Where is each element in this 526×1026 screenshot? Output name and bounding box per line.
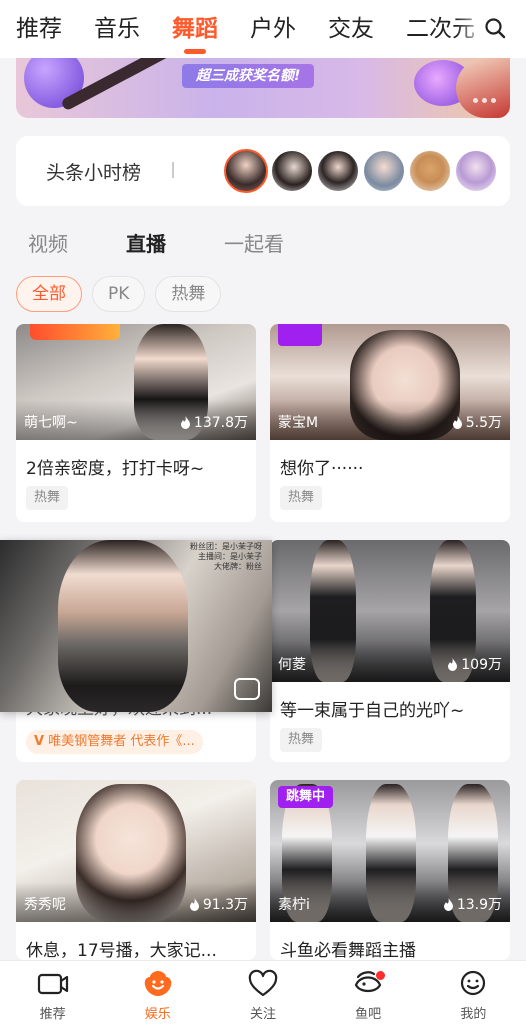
dancing-badge: 跳舞中 [278, 786, 334, 808]
stream-title: 斗鱼必看舞蹈主播 [280, 941, 416, 960]
banner-figure [456, 58, 510, 118]
tab-music[interactable]: 音乐 [94, 0, 140, 58]
anchor-name: 素柠i [278, 897, 310, 913]
category-tab-bar: 推荐 音乐 舞蹈 户外 交友 二次元 [0, 0, 526, 58]
anchor-name: 何菱 [278, 657, 306, 673]
banner-pager [473, 98, 496, 103]
nav-label: 娱乐 [144, 1007, 171, 1022]
tab-watch-together[interactable]: 一起看 [224, 228, 284, 257]
flame-icon [452, 415, 462, 429]
chip-pk[interactable]: PK [92, 276, 146, 312]
stream-thumbnail: 蒙宝M 5.5万 [270, 324, 510, 440]
nav-label: 推荐 [39, 1007, 66, 1022]
live-card[interactable]: 何菱 109万 等一束属于自己的光吖~ 热舞 [270, 540, 510, 762]
streamer-image [58, 540, 188, 712]
zone-champion-badge [30, 324, 120, 340]
live-card[interactable]: 秀秀呢 91.3万 休息，17号播，大家记... [16, 780, 256, 960]
tab-video[interactable]: 视频 [28, 228, 68, 257]
view-count: 137.8万 [180, 412, 248, 432]
stream-title: 等一束属于自己的光吖~ [280, 701, 465, 721]
nav-profile[interactable]: 我的 [421, 961, 526, 1026]
search-icon[interactable] [484, 17, 506, 39]
flame-icon [180, 415, 190, 429]
banner-text: 超三成获奖名额! [182, 64, 315, 88]
flame-icon [443, 897, 453, 911]
category-tag: 热舞 [280, 728, 323, 752]
entertainment-icon [144, 971, 172, 996]
stream-thumbnail: 秀秀呢 91.3万 [16, 780, 256, 922]
chip-hot-dance[interactable]: 热舞 [155, 276, 222, 312]
avatar[interactable] [270, 149, 314, 193]
live-badge [278, 324, 322, 346]
category-tag: 热舞 [26, 486, 69, 510]
nav-recommend[interactable]: 推荐 [0, 961, 105, 1026]
view-count: 109万 [447, 654, 502, 674]
avatar[interactable] [316, 149, 360, 193]
anchor-name: 秀秀呢 [24, 897, 66, 913]
stream-thumbnail: 萌七啊~ 137.8万 [16, 324, 256, 440]
flame-icon [189, 897, 199, 911]
anchor-name: 蒙宝M [278, 415, 319, 431]
avatar[interactable] [362, 149, 406, 193]
view-count: 91.3万 [189, 894, 248, 914]
filter-chips: 全部 PK 热舞 [16, 276, 231, 312]
tab-outdoor[interactable]: 户外 [250, 0, 296, 58]
chip-all[interactable]: 全部 [16, 276, 82, 312]
category-tag: 热舞 [280, 486, 323, 510]
avatar[interactable] [408, 149, 452, 193]
nav-follow[interactable]: 关注 [210, 961, 315, 1026]
anchor-name: 萌七啊~ [24, 415, 78, 431]
tab-dance[interactable]: 舞蹈 [172, 0, 218, 58]
promo-banner[interactable]: 超三成获奖名额! [16, 58, 510, 118]
hourly-rank-card[interactable]: 头条小时榜 [16, 136, 510, 206]
v-badge-icon: V [34, 734, 45, 749]
nav-label: 鱼吧 [355, 1007, 382, 1022]
stream-thumbnail: 何菱 109万 [270, 540, 510, 682]
nav-fish-bar[interactable]: 鱼吧 [316, 961, 421, 1026]
profile-icon [461, 970, 486, 996]
stream-info-overlay: 粉丝团：是小茉子呀 主播间：是小茉子 大佬牌：粉丝 [190, 542, 262, 571]
nav-label: 关注 [249, 1007, 276, 1022]
stream-thumbnail: 跳舞中 素柠i 13.9万 [270, 780, 510, 922]
heart-icon [248, 969, 278, 997]
live-card[interactable]: 萌七啊~ 137.8万 2倍亲密度，打打卡呀~ 热舞 [16, 324, 256, 522]
pip-control-icon[interactable] [234, 678, 260, 700]
floating-video-player[interactable]: 粉丝团：是小茉子呀 主播间：是小茉子 大佬牌：粉丝 [0, 540, 272, 712]
video-camera-icon [37, 973, 68, 995]
avatar[interactable] [454, 149, 498, 193]
stream-title: 休息，17号播，大家记... [26, 941, 217, 960]
notification-dot [375, 971, 385, 980]
tab-live[interactable]: 直播 [126, 228, 166, 257]
feature-tag: V 唯美钢管舞者 代表作《... [26, 730, 203, 754]
rank-avatar-list [224, 149, 500, 193]
rank-title: 头条小时榜 [46, 162, 142, 184]
live-card[interactable]: 蒙宝M 5.5万 想你了······ 热舞 [270, 324, 510, 522]
nav-entertainment[interactable]: 娱乐 [105, 961, 210, 1026]
tab-social[interactable]: 交友 [328, 0, 374, 58]
divider [172, 162, 174, 178]
nav-label: 我的 [460, 1007, 487, 1022]
tab-recommend[interactable]: 推荐 [16, 0, 62, 58]
avatar[interactable] [224, 149, 268, 193]
live-card[interactable]: 跳舞中 素柠i 13.9万 斗鱼必看舞蹈主播 [270, 780, 510, 960]
stream-title: 2倍亲密度，打打卡呀~ [26, 459, 205, 479]
stream-title: 想你了······ [280, 459, 364, 479]
view-count: 5.5万 [452, 412, 502, 432]
view-count: 13.9万 [443, 894, 502, 914]
bottom-navigation: 推荐 娱乐 关注 鱼吧 我的 [0, 960, 526, 1026]
content-type-tabs: 视频 直播 一起看 [28, 228, 342, 257]
flame-icon [448, 657, 458, 671]
